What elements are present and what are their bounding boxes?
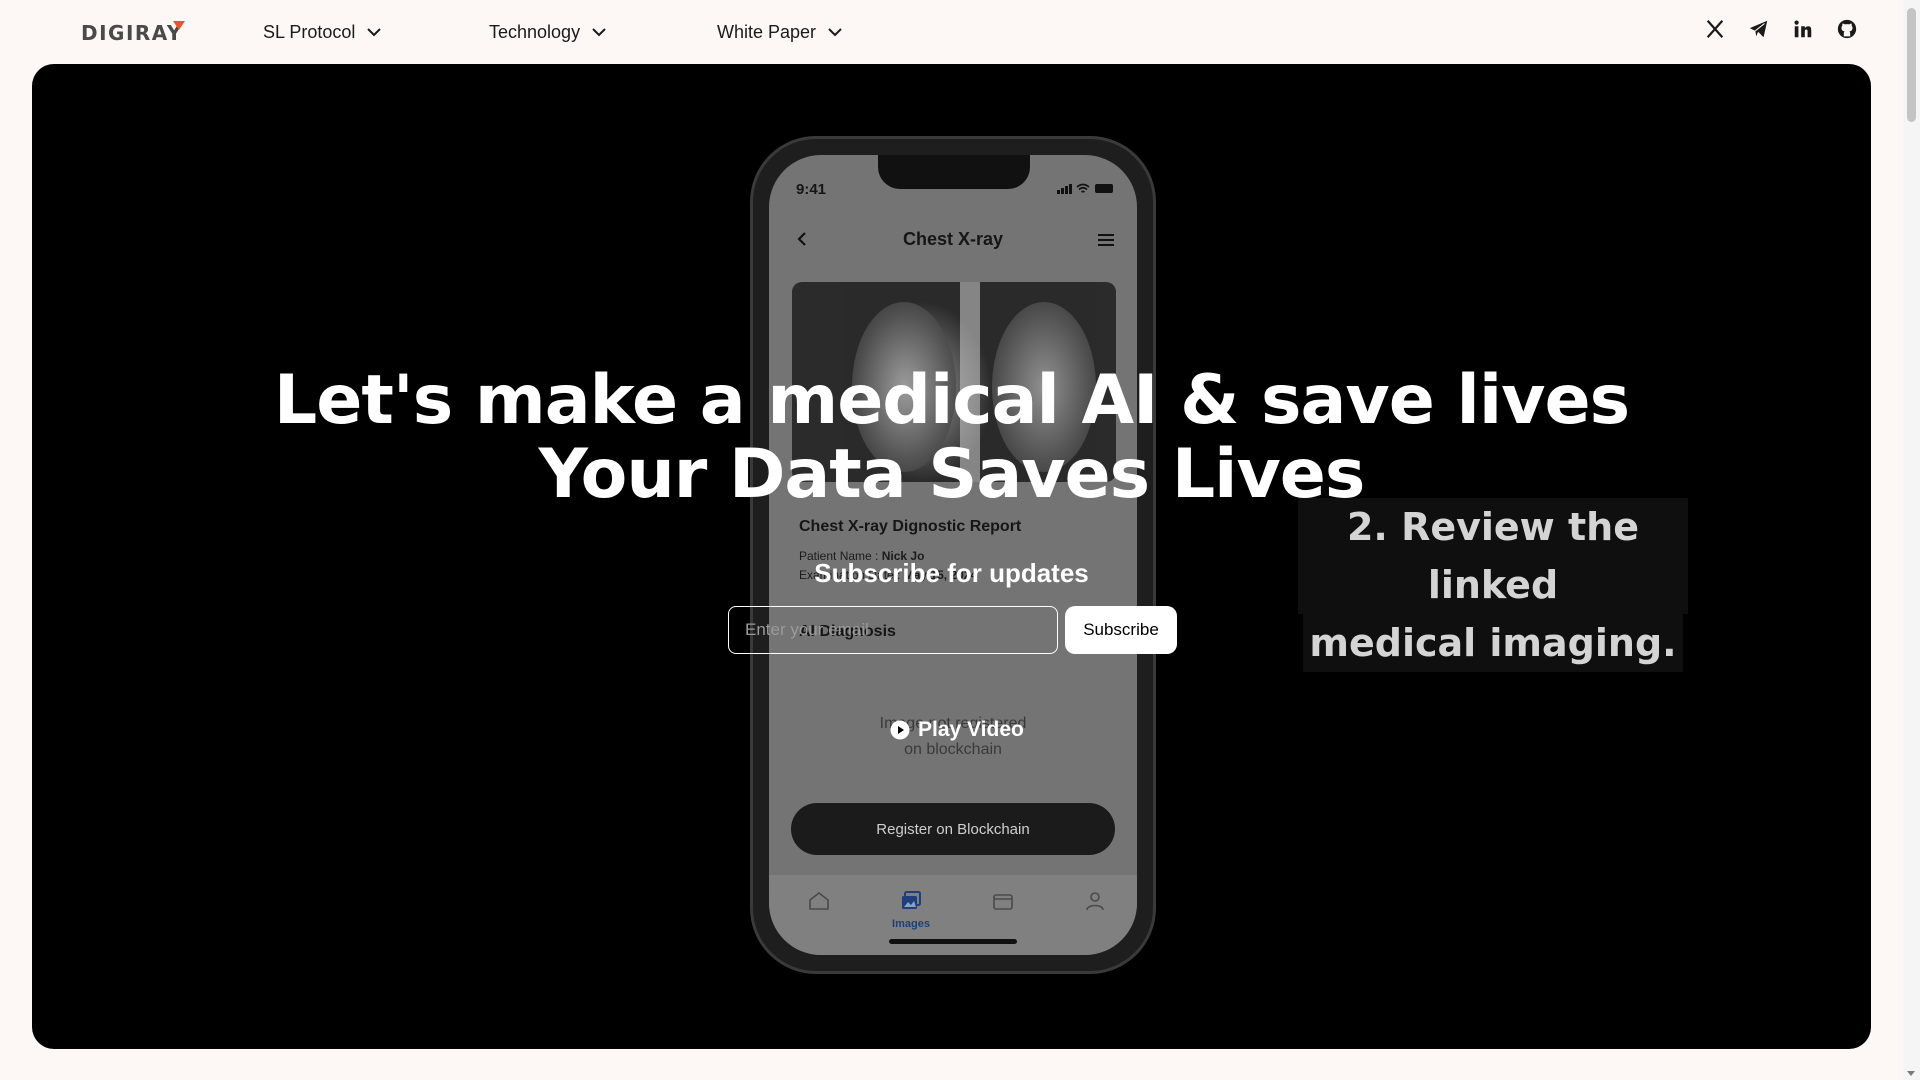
subscribe-button[interactable]: Subscribe [1065,606,1177,654]
tab-images: Images [891,889,931,930]
home-indicator [889,939,1017,944]
telegram-icon[interactable] [1748,18,1770,40]
social-links [1704,18,1858,40]
tab-home [799,889,839,918]
chevron-down-icon [592,28,606,37]
tab-profile [1075,889,1115,918]
chevron-down-icon [828,28,842,37]
hero-title-line2: Your Data Saves Lives [538,435,1366,514]
phone-screen: 9:41 Chest X-ray Chest X-ray Dignostic R… [769,155,1137,955]
page-scrollbar[interactable] [1903,0,1920,1080]
logo-text: DIGIRAY [81,21,183,45]
chevron-down-icon [367,28,382,37]
phone-screen-title: Chest X-ray [902,229,1004,249]
hero-section: 9:41 Chest X-ray Chest X-ray Dignostic R… [32,64,1871,1049]
report-title: Chest X-ray Dignostic Report [799,518,1022,535]
caption-line1: 2. Review the linked [1298,498,1688,614]
play-video-label: Play Video [918,718,1024,741]
nav-sl-protocol-label: SL Protocol [263,21,356,42]
home-icon [809,891,829,910]
scroll-down-arrow-icon[interactable] [1907,1071,1915,1076]
nav-white-paper-label: White Paper [717,21,817,42]
wallet-icon [993,894,1013,910]
tab-wallet [983,889,1023,918]
hero-title: Let's make a medical AI & save lives You… [32,364,1871,512]
github-icon[interactable] [1836,18,1858,40]
register-blockchain-button: Register on Blockchain [791,803,1115,855]
site-header: DIGIRAY SL Protocol Technology White Pap… [0,0,1900,64]
x-icon[interactable] [1704,18,1726,40]
hero-title-line1: Let's make a medical AI & save lives [273,361,1630,440]
nav-white-paper[interactable]: White Paper [717,0,844,64]
nav-technology[interactable]: Technology [489,0,608,64]
play-video-button[interactable]: Play Video [890,718,1024,742]
menu-icon [1098,234,1114,246]
nav-sl-protocol[interactable]: SL Protocol [263,0,383,64]
email-input[interactable] [728,606,1058,654]
images-icon [902,891,921,909]
logo-accent-mark [172,21,185,30]
digiray-logo[interactable]: DIGIRAY [81,20,185,46]
subscribe-label: Subscribe for updates [814,558,1089,588]
phone-time: 9:41 [796,181,827,198]
tab-images-label: Images [892,918,930,930]
nav-technology-label: Technology [489,21,581,42]
caption-line2: medical imaging. [1303,614,1683,672]
profile-icon [1086,892,1104,911]
phone-mockup: 9:41 Chest X-ray Chest X-ray Dignostic R… [750,136,1156,974]
not-registered-line2: on blockchain [904,741,1002,758]
scrollbar-thumb[interactable] [1907,8,1916,122]
status-bar-icons [1057,183,1113,194]
phone-notch [878,155,1030,189]
play-icon [890,720,910,740]
linkedin-icon[interactable] [1792,18,1814,40]
